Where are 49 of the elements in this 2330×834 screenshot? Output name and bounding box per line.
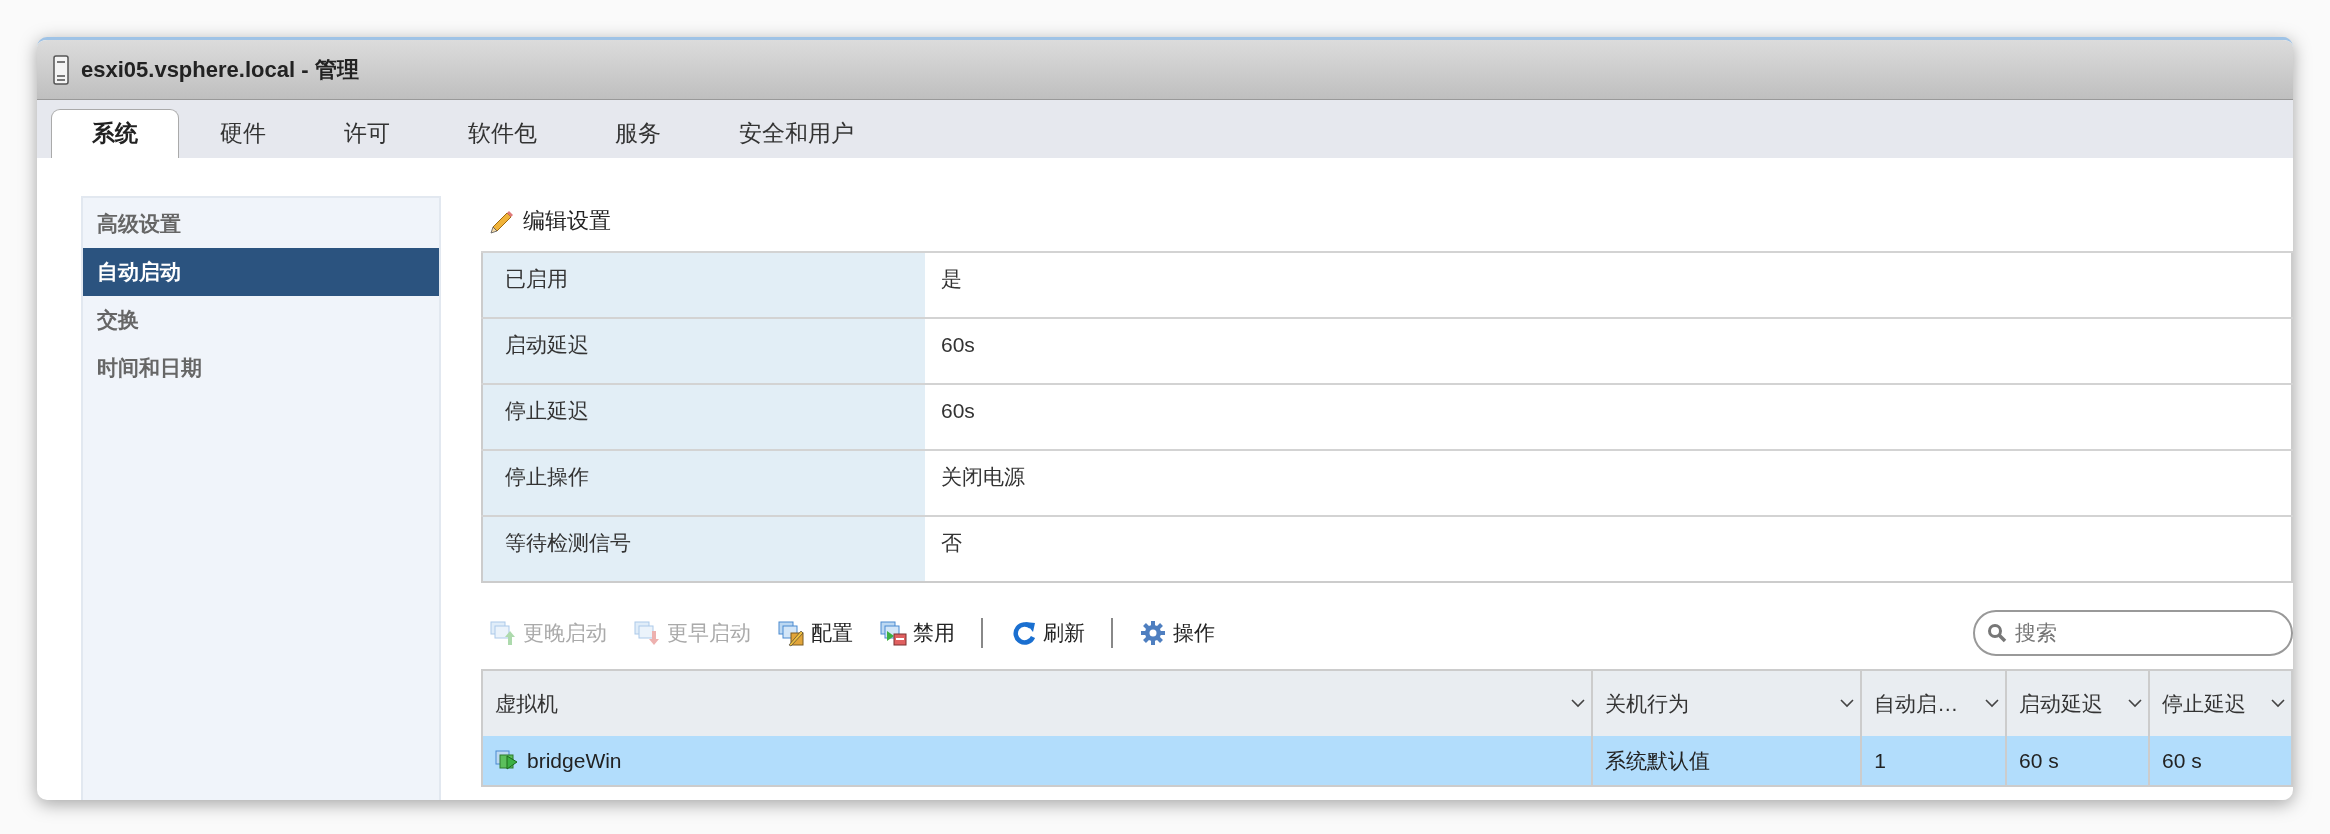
gear-icon bbox=[1139, 619, 1167, 647]
setting-value: 是 bbox=[925, 252, 2292, 318]
tab[interactable]: 许可 bbox=[307, 109, 427, 158]
configure-icon bbox=[777, 619, 805, 647]
server-icon bbox=[53, 54, 69, 85]
chevron-down-icon bbox=[2128, 699, 2142, 708]
setting-label: 启动延迟 bbox=[482, 318, 925, 384]
toolbar-button[interactable]: 刷新 bbox=[1009, 617, 1085, 649]
window-title: esxi05.vsphere.local - 管理 bbox=[81, 56, 359, 84]
setting-value: 60s bbox=[925, 384, 2292, 450]
column-header[interactable]: 虚拟机 bbox=[482, 670, 1592, 736]
search-field[interactable]: 搜索 bbox=[1973, 610, 2293, 656]
table-cell: 60 s bbox=[2149, 736, 2292, 786]
earlier-icon bbox=[633, 619, 661, 647]
chevron-down-icon bbox=[2271, 699, 2285, 708]
sidebar-item[interactable]: 自动启动 bbox=[83, 248, 439, 296]
edit-settings-button[interactable]: 编辑设置 bbox=[489, 204, 611, 237]
toolbar-button[interactable]: 操作 bbox=[1139, 617, 1215, 649]
setting-label: 等待检测信号 bbox=[482, 516, 925, 582]
column-header[interactable]: 启动延迟 bbox=[2006, 670, 2149, 736]
tab[interactable]: 服务 bbox=[578, 109, 698, 158]
disable-icon bbox=[879, 619, 907, 647]
toolbar-button[interactable]: 禁用 bbox=[879, 617, 955, 649]
chevron-down-icon bbox=[1840, 699, 1855, 708]
setting-label: 停止操作 bbox=[482, 450, 925, 516]
column-header[interactable]: 关机行为 bbox=[1591, 670, 1862, 736]
tab[interactable]: 安全和用户 bbox=[702, 109, 891, 158]
sidebar-item[interactable]: 交换 bbox=[83, 296, 439, 344]
tab[interactable]: 软件包 bbox=[431, 109, 574, 158]
sidebar-item[interactable]: 高级设置 bbox=[83, 200, 439, 248]
table-cell: 1 bbox=[1861, 736, 2006, 786]
table-cell: 系统默认值 bbox=[1591, 736, 1862, 786]
column-header[interactable]: 自动启… bbox=[1861, 670, 2006, 736]
later-icon bbox=[489, 619, 517, 647]
setting-label: 停止延迟 bbox=[482, 384, 925, 450]
chevron-down-icon bbox=[1570, 699, 1585, 708]
tab[interactable]: 系统 bbox=[51, 109, 179, 158]
toolbar-button[interactable]: 配置 bbox=[777, 617, 853, 649]
setting-label: 已启用 bbox=[482, 252, 925, 318]
tab[interactable]: 硬件 bbox=[183, 109, 303, 158]
chevron-down-icon bbox=[1985, 699, 1999, 708]
table-cell: bridgeWin bbox=[482, 736, 1592, 786]
setting-value: 60s bbox=[925, 318, 2292, 384]
setting-value: 关闭电源 bbox=[925, 450, 2292, 516]
setting-value: 否 bbox=[925, 516, 2292, 582]
column-header[interactable]: 停止延迟 bbox=[2149, 670, 2292, 736]
vm-icon bbox=[495, 748, 519, 773]
table-cell: 60 s bbox=[2006, 736, 2149, 786]
sidebar-item[interactable]: 时间和日期 bbox=[83, 344, 439, 392]
